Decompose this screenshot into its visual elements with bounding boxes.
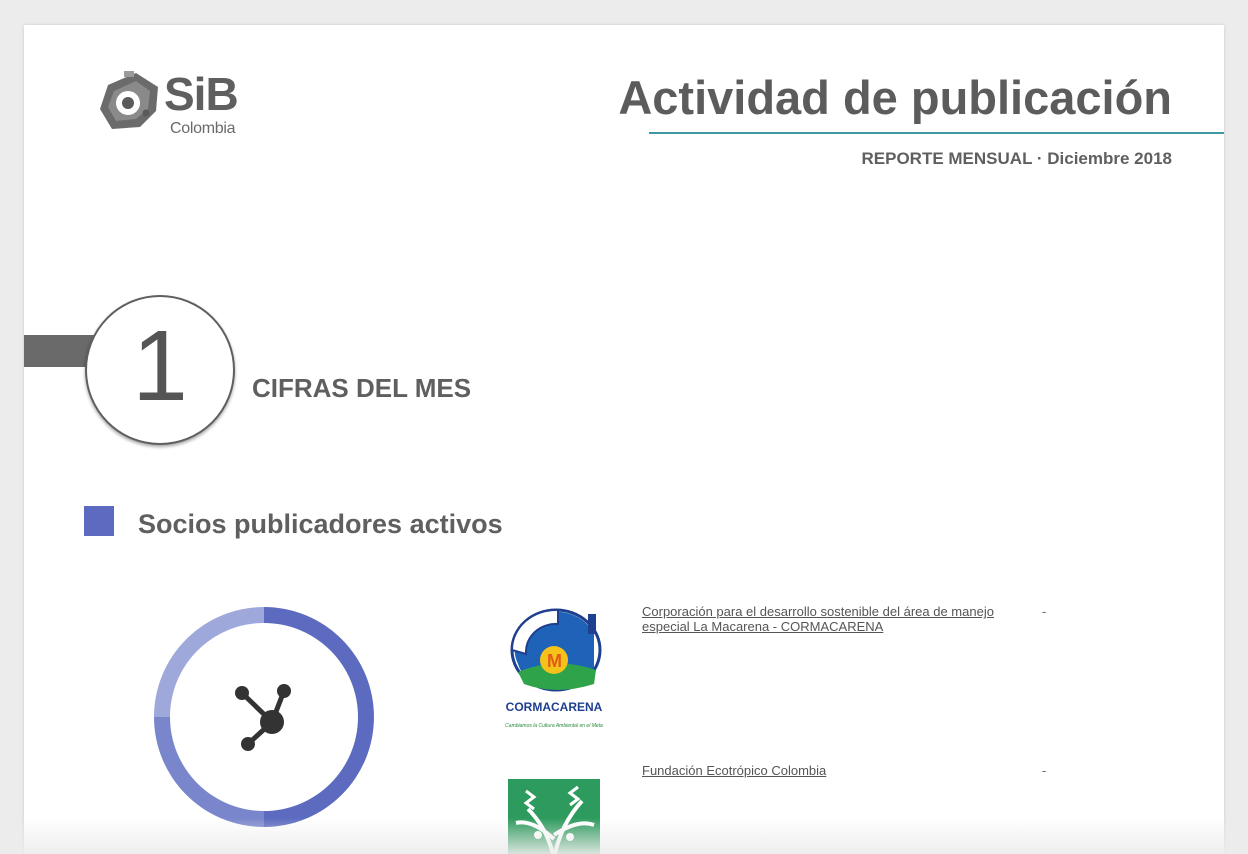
cormacarena-logo-tagline: Cambiamos la Cultura Ambiental en el Met… xyxy=(505,723,603,729)
title-underline xyxy=(649,132,1224,134)
page-title: Actividad de publicación xyxy=(618,71,1172,124)
partner-item: M CORMACARENA Cambiamos la Cultura Ambie… xyxy=(498,604,1198,734)
logo-name: SiB xyxy=(164,68,239,120)
partner-value: - xyxy=(1042,763,1047,778)
sib-logo-icon xyxy=(100,71,158,129)
report-subtitle: REPORTE MENSUAL · Diciembre 2018 xyxy=(861,149,1173,168)
report-page: SiB Colombia Actividad de publicación RE… xyxy=(24,25,1224,854)
section-title: CIFRAS DEL MES xyxy=(252,373,472,403)
partner-link-cormacarena[interactable]: Corporación para el desarrollo sostenibl… xyxy=(642,604,1022,634)
cormacarena-logo: M xyxy=(510,608,602,692)
ecotropico-logo xyxy=(508,779,600,854)
publishers-donut xyxy=(154,607,374,827)
section-number: 1 xyxy=(132,310,188,422)
section-number-badge: 1 xyxy=(85,295,235,445)
logo-subtitle: Colombia xyxy=(170,120,236,137)
subsection-title: Socios publicadores activos xyxy=(138,509,503,539)
partner-value: - xyxy=(1042,604,1047,619)
subsection-bullet xyxy=(84,506,114,536)
partner-link-ecotropico[interactable]: Fundación Ecotrópico Colombia xyxy=(642,763,1022,778)
network-nodes-icon xyxy=(235,684,291,751)
partner-item: Fundación Ecotrópico Colombia - xyxy=(498,763,1198,854)
svg-text:M: M xyxy=(547,651,562,671)
cormacarena-logo-text: CORMACARENA xyxy=(505,700,603,714)
sib-colombia-logo[interactable]: SiB Colombia xyxy=(96,67,239,139)
